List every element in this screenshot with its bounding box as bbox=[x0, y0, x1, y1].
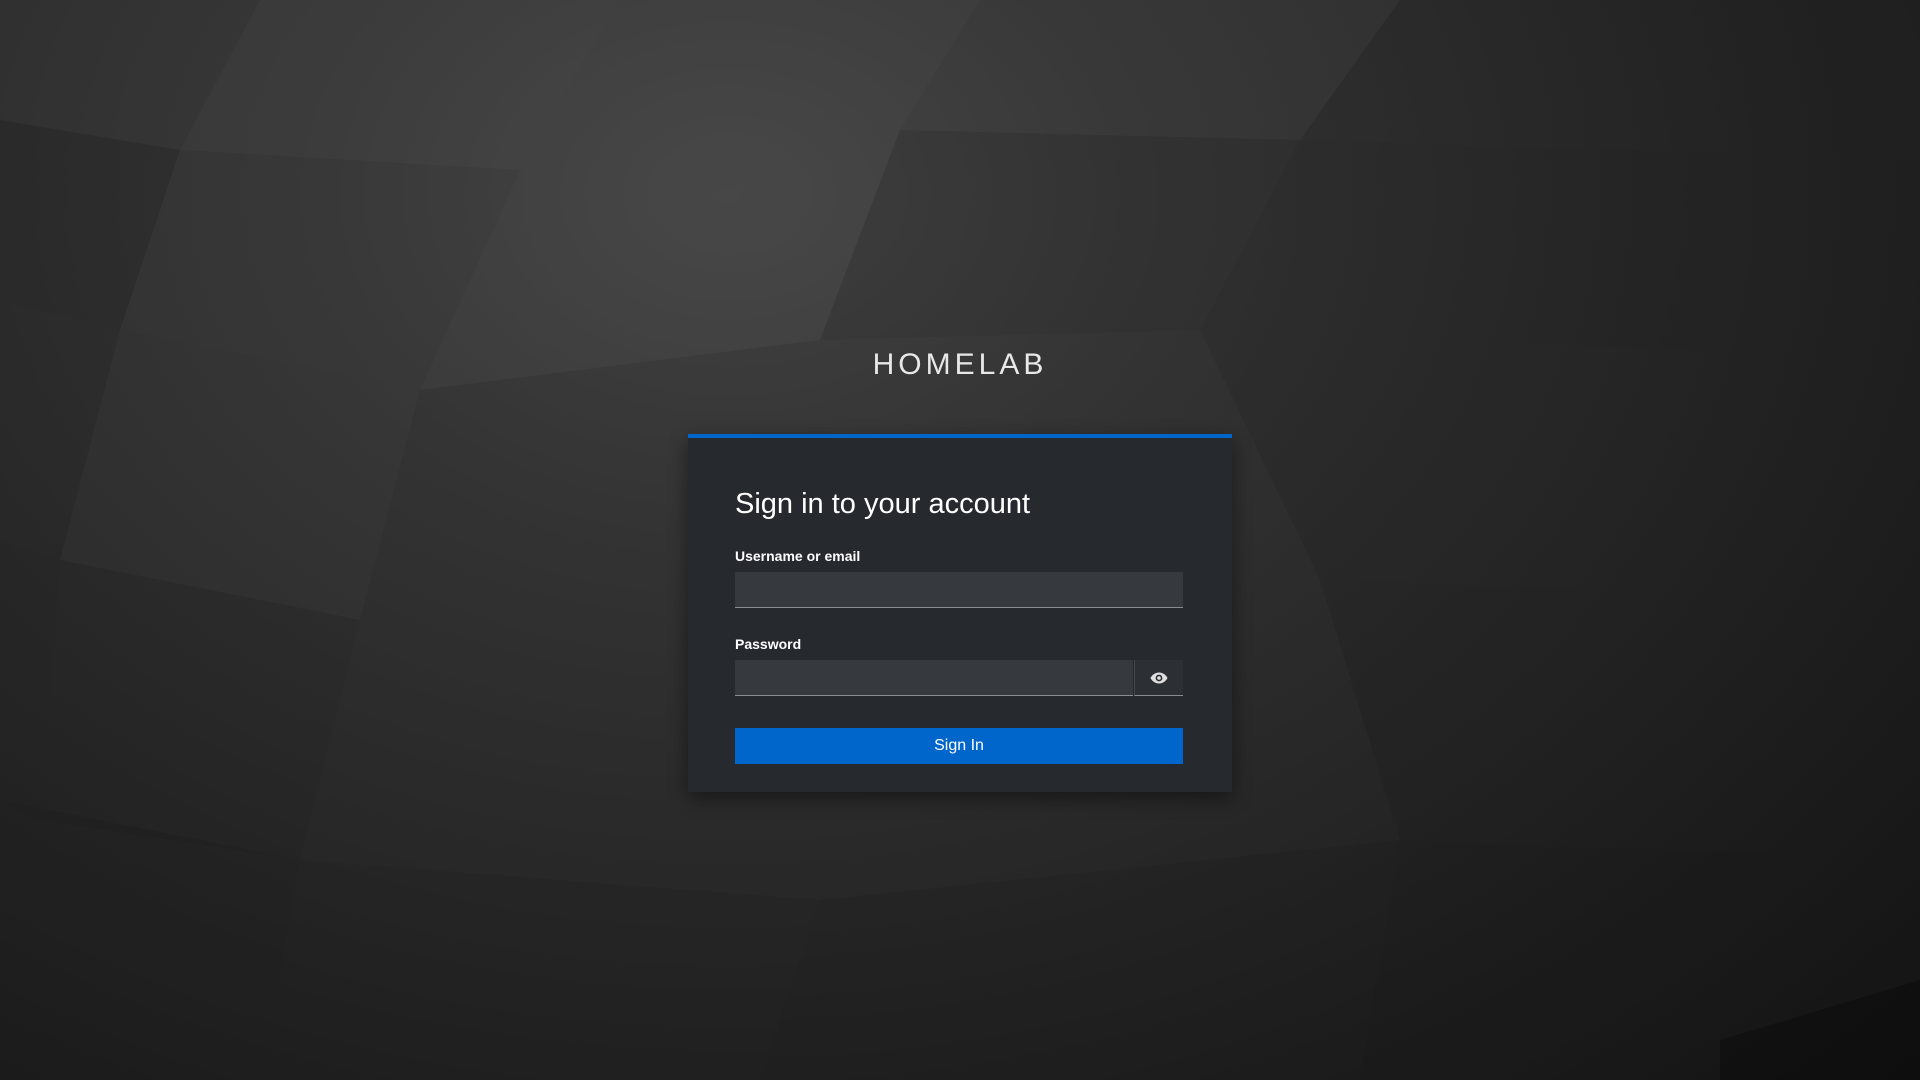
username-label: Username or email bbox=[735, 548, 861, 564]
eye-icon bbox=[1150, 672, 1168, 683]
login-heading: Sign in to your account bbox=[735, 488, 1031, 520]
login-card: Sign in to your account Username or emai… bbox=[688, 434, 1232, 792]
show-password-button[interactable] bbox=[1134, 660, 1183, 696]
brand-title: HOMELAB bbox=[872, 348, 1048, 381]
sign-in-button[interactable]: Sign In bbox=[735, 728, 1183, 764]
password-input[interactable] bbox=[735, 660, 1133, 696]
username-input[interactable] bbox=[735, 572, 1183, 608]
password-label: Password bbox=[735, 636, 802, 652]
